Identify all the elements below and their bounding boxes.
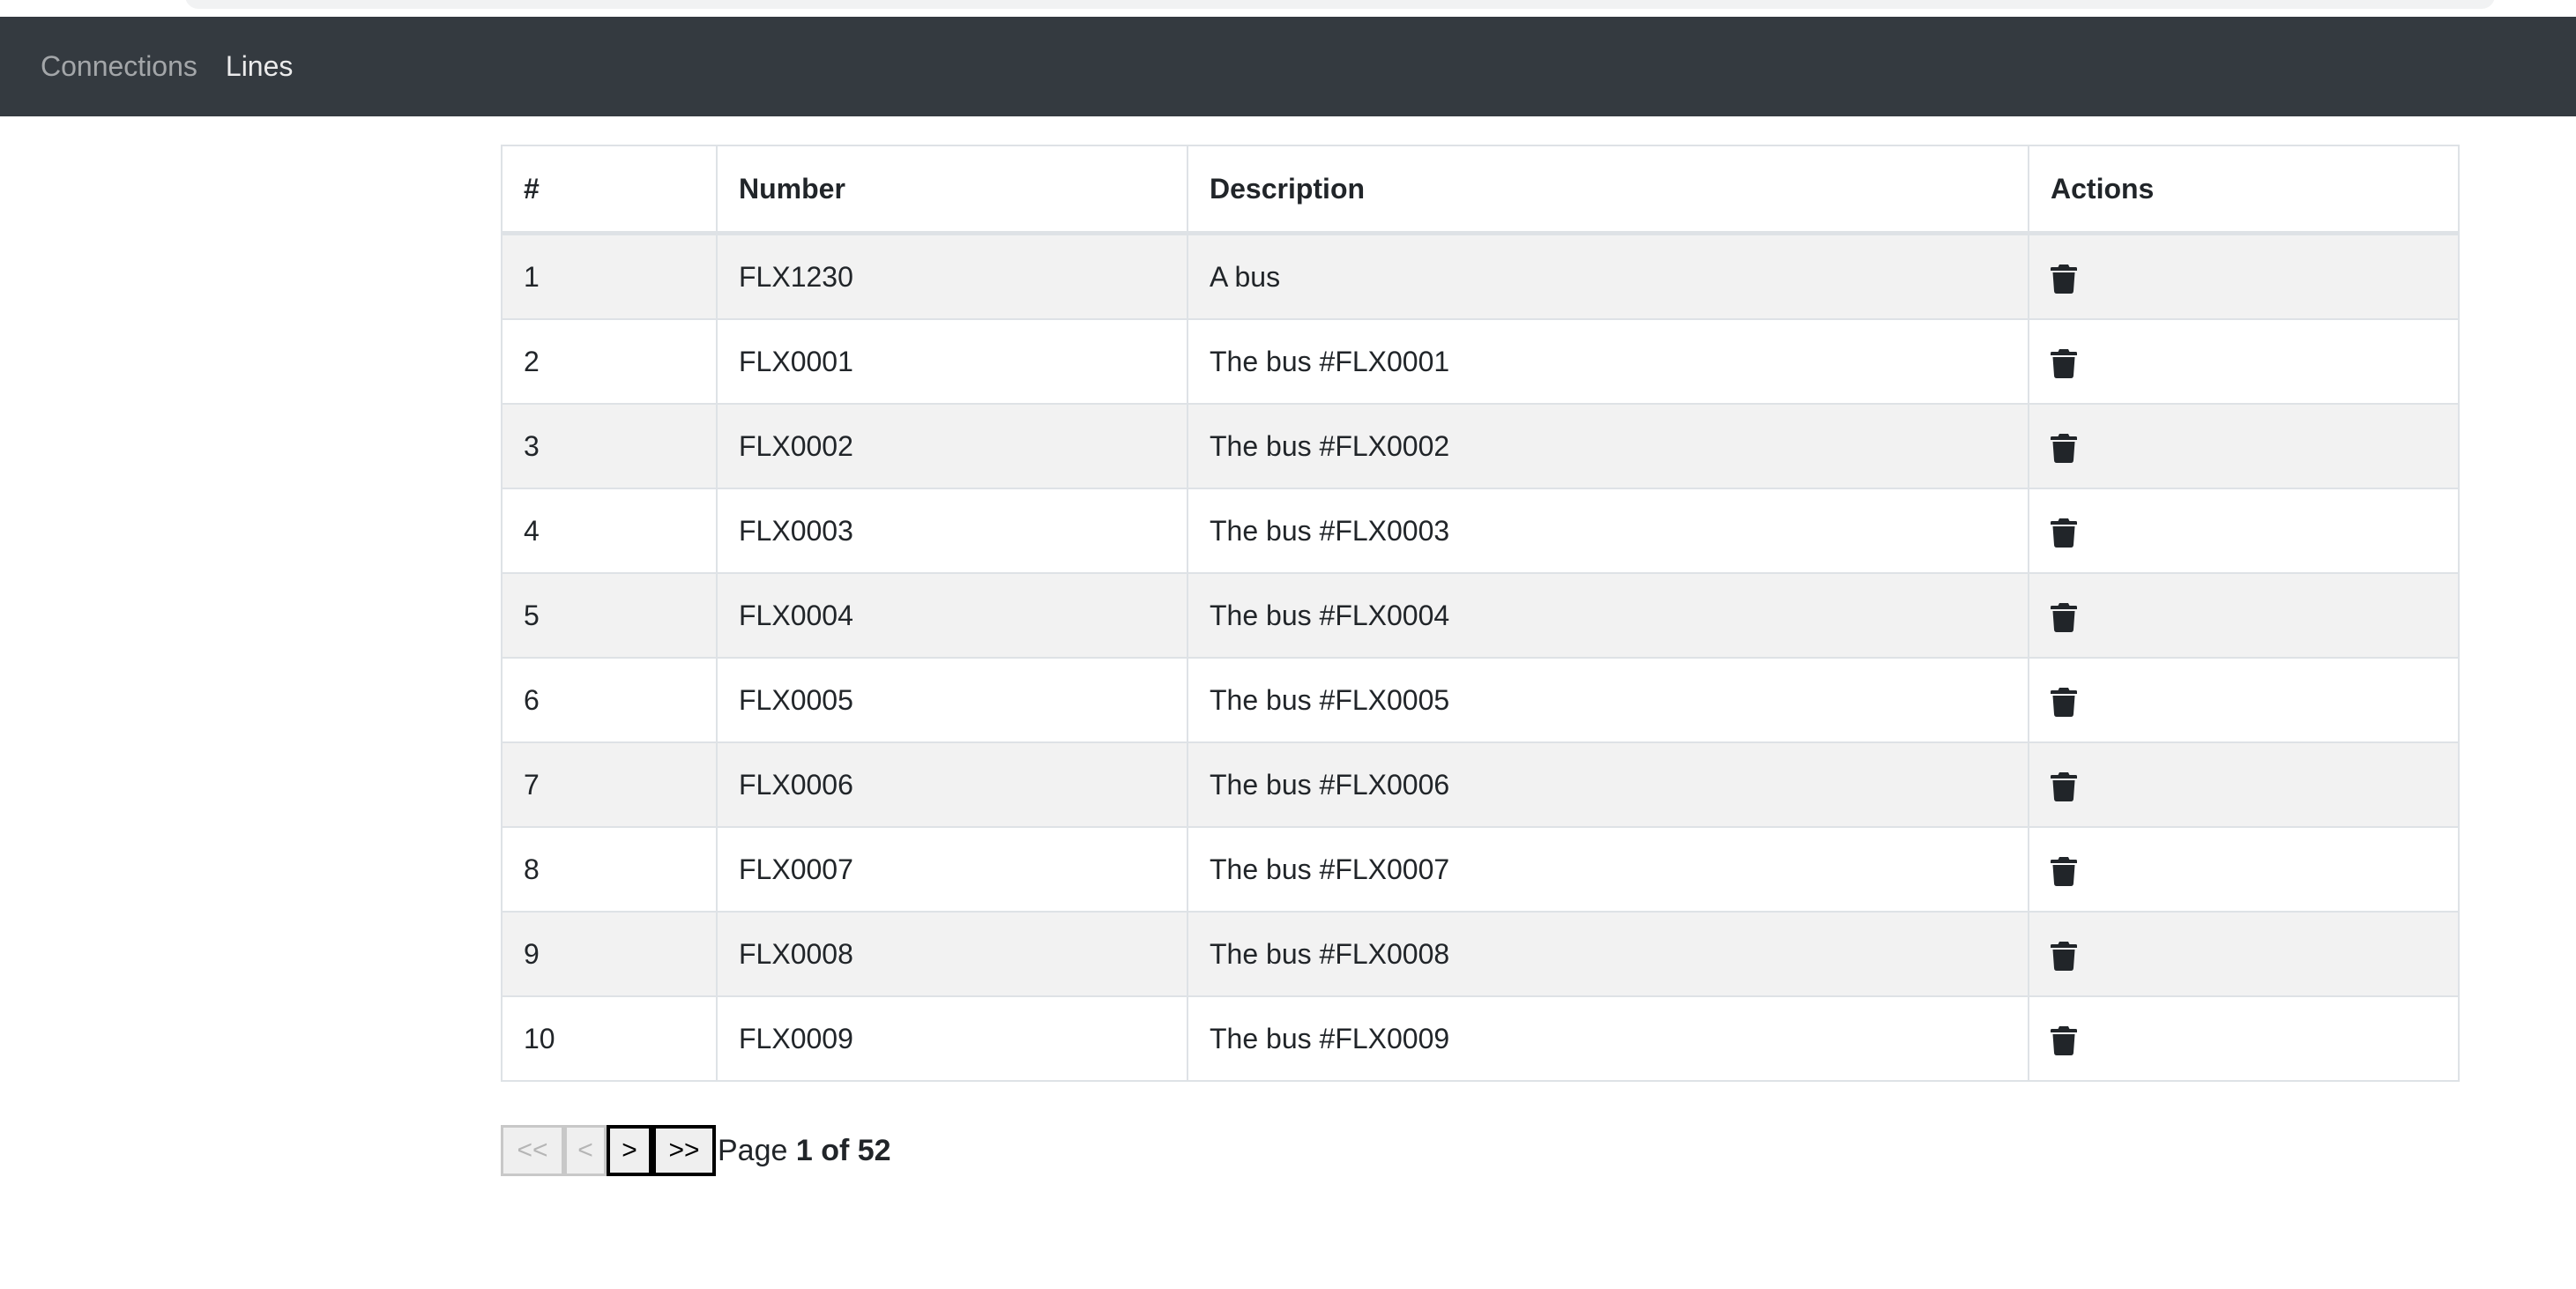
cell-description: The bus #FLX0005: [1187, 657, 2029, 743]
cell-actions: [2028, 232, 2460, 320]
cell-index: 1: [501, 232, 718, 320]
page-prefix: Page: [718, 1133, 788, 1167]
pagination: << < > >> Page 1 of 52: [501, 1125, 891, 1176]
trash-icon[interactable]: [2051, 771, 2077, 801]
table-header-row: # Number Description Actions: [501, 145, 2460, 235]
trash-icon[interactable]: [2051, 856, 2077, 886]
cell-index: 8: [501, 826, 718, 913]
table-row: 10 FLX0009 The bus #FLX0009: [501, 995, 2460, 1082]
cell-index: 6: [501, 657, 718, 743]
cell-description: A bus: [1187, 232, 2029, 320]
nav-link-connections[interactable]: Connections: [41, 50, 197, 83]
page-indicator: Page 1 of 52: [718, 1134, 891, 1168]
cell-description: The bus #FLX0001: [1187, 318, 2029, 405]
cell-number: FLX0007: [716, 826, 1188, 913]
address-bar-edge: [185, 0, 2495, 9]
cell-actions: [2028, 403, 2460, 489]
trash-icon[interactable]: [2051, 687, 2077, 717]
column-header-actions: Actions: [2028, 145, 2460, 235]
cell-description: The bus #FLX0008: [1187, 911, 2029, 997]
lines-table-container: # Number Description Actions 1 FLX1230 A b…: [501, 145, 2460, 1082]
last-page-button[interactable]: >>: [652, 1125, 716, 1176]
previous-page-button[interactable]: <: [564, 1125, 607, 1176]
cell-index: 2: [501, 318, 718, 405]
cell-description: The bus #FLX0007: [1187, 826, 2029, 913]
lines-table: # Number Description Actions 1 FLX1230 A b…: [501, 145, 2460, 1082]
cell-index: 5: [501, 572, 718, 659]
cell-index: 9: [501, 911, 718, 997]
next-page-button[interactable]: >: [607, 1125, 652, 1176]
cell-number: FLX0002: [716, 403, 1188, 489]
trash-icon[interactable]: [2051, 433, 2077, 463]
first-page-button[interactable]: <<: [501, 1125, 564, 1176]
trash-icon[interactable]: [2051, 264, 2077, 294]
trash-icon[interactable]: [2051, 941, 2077, 971]
cell-actions: [2028, 657, 2460, 743]
cell-number: FLX0004: [716, 572, 1188, 659]
cell-description: The bus #FLX0009: [1187, 995, 2029, 1082]
cell-number: FLX0009: [716, 995, 1188, 1082]
cell-number: FLX0005: [716, 657, 1188, 743]
cell-actions: [2028, 488, 2460, 574]
table-row: 3 FLX0002 The bus #FLX0002: [501, 403, 2460, 489]
cell-number: FLX0008: [716, 911, 1188, 997]
cell-number: FLX0001: [716, 318, 1188, 405]
cell-actions: [2028, 995, 2460, 1082]
cell-number: FLX0006: [716, 741, 1188, 828]
cell-actions: [2028, 318, 2460, 405]
table-row: 7 FLX0006 The bus #FLX0006: [501, 741, 2460, 828]
cell-description: The bus #FLX0003: [1187, 488, 2029, 574]
browser-top-strip: [0, 0, 2576, 17]
cell-number: FLX0003: [716, 488, 1188, 574]
cell-index: 10: [501, 995, 718, 1082]
column-header-index: #: [501, 145, 718, 235]
table-row: 9 FLX0008 The bus #FLX0008: [501, 911, 2460, 997]
cell-actions: [2028, 826, 2460, 913]
cell-index: 3: [501, 403, 718, 489]
trash-icon[interactable]: [2051, 348, 2077, 378]
nav-link-lines[interactable]: Lines: [226, 50, 294, 83]
cell-actions: [2028, 911, 2460, 997]
table-row: 4 FLX0003 The bus #FLX0003: [501, 488, 2460, 574]
cell-description: The bus #FLX0002: [1187, 403, 2029, 489]
trash-icon[interactable]: [2051, 518, 2077, 548]
table-row: 6 FLX0005 The bus #FLX0005: [501, 657, 2460, 743]
table-row: 2 FLX0001 The bus #FLX0001: [501, 318, 2460, 405]
cell-index: 4: [501, 488, 718, 574]
trash-icon[interactable]: [2051, 1025, 2077, 1055]
navbar: Connections Lines: [0, 17, 2576, 116]
cell-index: 7: [501, 741, 718, 828]
cell-number: FLX1230: [716, 232, 1188, 320]
cell-description: The bus #FLX0006: [1187, 741, 2029, 828]
page-status: 1 of 52: [795, 1133, 891, 1167]
table-row: 1 FLX1230 A bus: [501, 232, 2460, 320]
table-row: 5 FLX0004 The bus #FLX0004: [501, 572, 2460, 659]
trash-icon[interactable]: [2051, 602, 2077, 632]
cell-actions: [2028, 572, 2460, 659]
column-header-number: Number: [716, 145, 1188, 235]
table-row: 8 FLX0007 The bus #FLX0007: [501, 826, 2460, 913]
cell-actions: [2028, 741, 2460, 828]
cell-description: The bus #FLX0004: [1187, 572, 2029, 659]
column-header-description: Description: [1187, 145, 2029, 235]
